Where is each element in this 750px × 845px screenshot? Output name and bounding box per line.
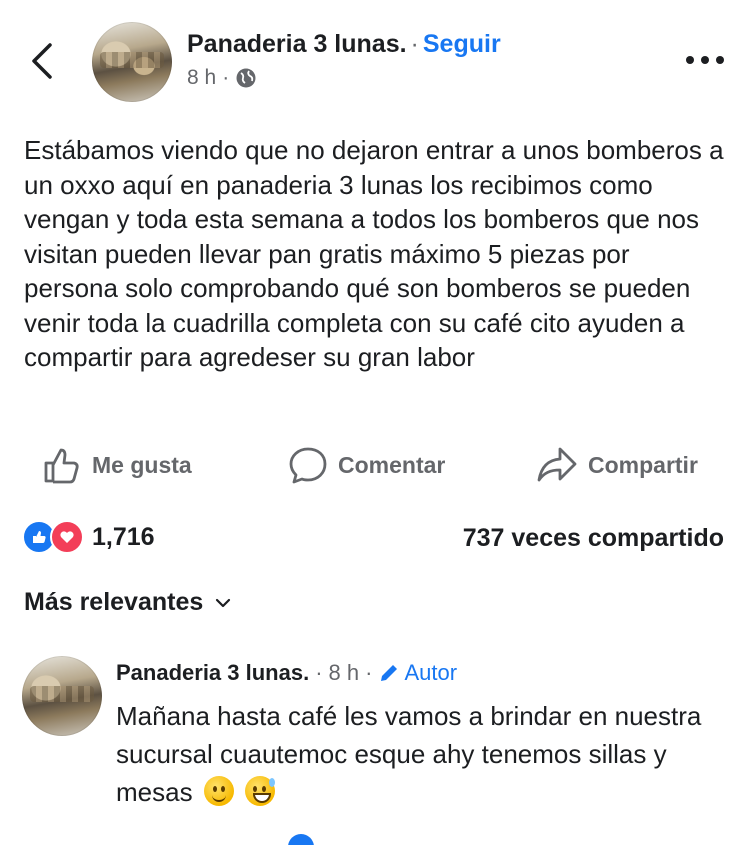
more-dots-icon bbox=[686, 56, 724, 64]
comment-item: Panaderia 3 lunas. · 8 h · Autor Mañana … bbox=[0, 650, 750, 845]
like-button[interactable]: Me gusta bbox=[42, 440, 192, 490]
comment-sort-dropdown[interactable]: Más relevantes bbox=[24, 588, 231, 617]
chevron-left-icon bbox=[32, 43, 52, 79]
like-label: Me gusta bbox=[92, 451, 192, 478]
page-name-line: Panaderia 3 lunas. · Seguir bbox=[187, 30, 501, 59]
more-options-button[interactable] bbox=[680, 42, 730, 78]
author-badge: Autor bbox=[378, 660, 457, 686]
comment-text: Mañana hasta café les vamos a brindar en… bbox=[116, 697, 716, 811]
reaction-count: 1,716 bbox=[92, 522, 155, 551]
post-header: Panaderia 3 lunas. · Seguir 8 h · bbox=[0, 0, 750, 110]
globe-icon bbox=[236, 68, 256, 88]
slight-smile-emoji-icon bbox=[203, 776, 234, 806]
action-bar: Me gusta Comentar Compartir bbox=[0, 440, 750, 490]
post-screen: Panaderia 3 lunas. · Seguir 8 h · Estábamo… bbox=[0, 0, 750, 845]
comment-time: 8 h bbox=[328, 660, 360, 685]
follow-button[interactable]: Seguir bbox=[423, 30, 501, 58]
comment-actions-row bbox=[0, 832, 750, 845]
comment-separator: · bbox=[315, 660, 323, 685]
thumbs-up-icon bbox=[44, 448, 79, 484]
comment-label: Comentar bbox=[338, 451, 446, 478]
comment-avatar[interactable] bbox=[22, 656, 102, 736]
comment-button[interactable]: Comentar bbox=[288, 440, 445, 490]
reactions-summary[interactable]: 1,716 bbox=[22, 520, 155, 554]
sort-label: Más relevantes bbox=[24, 588, 204, 616]
post-time[interactable]: 8 h bbox=[187, 66, 216, 90]
author-badge-label: Autor bbox=[404, 660, 458, 685]
love-reaction-icon bbox=[50, 520, 84, 554]
comment-author[interactable]: Panaderia 3 lunas. bbox=[116, 660, 309, 686]
grin-sweat-emoji-icon bbox=[245, 776, 276, 806]
post-meta: 8 h · bbox=[187, 66, 257, 90]
page-avatar[interactable] bbox=[92, 22, 172, 102]
share-count[interactable]: 737 veces compartido bbox=[463, 524, 724, 553]
comment-bubble-icon bbox=[289, 447, 327, 484]
comment-header: Panaderia 3 lunas. · 8 h · Autor bbox=[116, 660, 457, 686]
share-button[interactable]: Compartir bbox=[536, 440, 698, 490]
comment-like-reaction-icon bbox=[288, 834, 314, 845]
name-separator: · bbox=[410, 30, 419, 58]
chevron-down-icon bbox=[216, 598, 231, 607]
share-arrow-icon bbox=[537, 447, 577, 482]
pencil-icon bbox=[381, 665, 398, 681]
meta-separator: · bbox=[222, 66, 230, 89]
share-label: Compartir bbox=[588, 451, 698, 478]
post-text: Estábamos viendo que no dejaron entrar a… bbox=[24, 135, 724, 372]
page-name[interactable]: Panaderia 3 lunas. bbox=[187, 30, 407, 58]
comment-separator: · bbox=[365, 660, 373, 685]
back-button[interactable] bbox=[22, 38, 62, 84]
stats-row: 1,716 737 veces compartido bbox=[0, 520, 750, 564]
